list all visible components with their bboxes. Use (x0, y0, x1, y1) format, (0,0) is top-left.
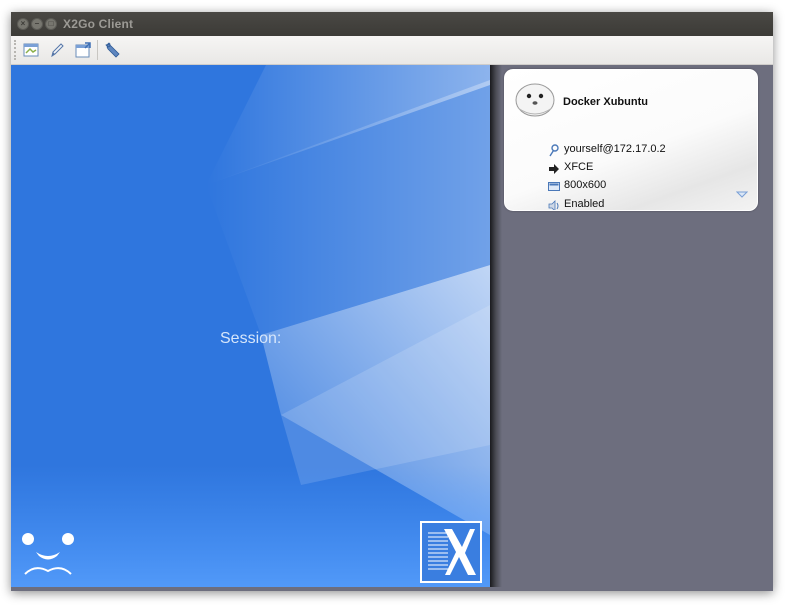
x2go-panda-logo (22, 533, 74, 575)
toolbar-separator (97, 40, 98, 60)
x2go-window: × – □ X2Go Client Session: Docker Xubunt… (11, 12, 773, 591)
pane-divider[interactable] (490, 65, 502, 587)
maximize-window-button[interactable]: □ (45, 18, 57, 30)
x-mark-icon (428, 529, 476, 575)
display-icon (547, 180, 561, 193)
wrench-icon (105, 42, 120, 58)
edit-session-icon (51, 43, 64, 58)
session-card-docker-xubuntu[interactable]: Docker Xubuntu yourself@172.17.0.2 XFCE … (504, 69, 758, 211)
window-title: X2Go Client (63, 17, 134, 31)
minimize-window-button[interactable]: – (31, 18, 43, 30)
new-session-icon (23, 43, 39, 57)
x2go-x-logo (420, 521, 482, 583)
title-bar: × – □ X2Go Client (11, 12, 773, 36)
toolbar-grip[interactable] (14, 40, 19, 60)
new-session-button[interactable] (20, 39, 42, 61)
session-type: XFCE (564, 161, 594, 173)
close-window-button[interactable]: × (17, 18, 29, 30)
speaker-icon (547, 199, 561, 210)
export-session-button[interactable] (72, 39, 94, 61)
chevron-down-icon[interactable] (736, 191, 748, 199)
session-name: Docker Xubuntu (563, 96, 648, 108)
session-resolution: 800x600 (564, 179, 607, 191)
session-avatar-icon (515, 83, 555, 117)
toolbar (11, 36, 773, 65)
key-icon (547, 144, 561, 157)
export-session-icon (75, 42, 91, 58)
session-label: Session: (220, 330, 282, 347)
arrow-right-icon (547, 162, 561, 175)
session-server: yourself@172.17.0.2 (564, 143, 666, 155)
preferences-button[interactable] (102, 39, 124, 61)
session-area: Session: (11, 65, 490, 587)
session-sound: Enabled (564, 198, 605, 210)
edit-session-button[interactable] (46, 39, 68, 61)
background-art (11, 65, 490, 587)
